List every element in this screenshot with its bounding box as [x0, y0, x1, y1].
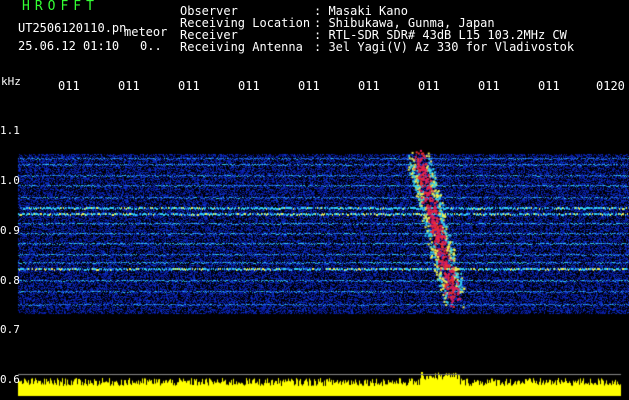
spectrogram-canvas [0, 96, 629, 400]
time-tick: 011 [118, 79, 140, 93]
time-tick: 0120 [596, 79, 625, 93]
timestamp-suffix: 0.. [140, 39, 162, 53]
timestamp-label: 25.06.12 01:10 [18, 39, 120, 53]
time-tick: 011 [238, 79, 260, 93]
antenna-value: : 3el Yagi(V) Az 330 for Vladivostok [314, 40, 575, 54]
time-tick: 011 [538, 79, 560, 93]
y-tick-label: 1.0 [0, 174, 20, 187]
app-title: HROFFT [22, 0, 99, 14]
y-tick-label: 0.9 [0, 224, 20, 237]
antenna-label: Receiving Antenna [180, 40, 303, 54]
meteor-label: meteor [124, 25, 168, 39]
time-tick: 011 [418, 79, 440, 93]
filename-label: UT2506120110.pn [18, 21, 127, 35]
y-tick-label: 0.7 [0, 323, 20, 336]
time-tick: 011 [178, 79, 200, 93]
time-tick: 011 [478, 79, 500, 93]
y-tick-label: 0.6 [0, 373, 20, 386]
y-axis-unit: kHz [1, 75, 21, 88]
hrofft-window: HROFFT UT2506120110.pn meteor 25.06.12 0… [0, 0, 629, 400]
time-tick: 011 [58, 79, 80, 93]
y-tick-label: 0.8 [0, 274, 20, 287]
y-tick-label: 1.1 [0, 124, 20, 137]
time-tick: 011 [358, 79, 380, 93]
time-tick: 011 [298, 79, 320, 93]
